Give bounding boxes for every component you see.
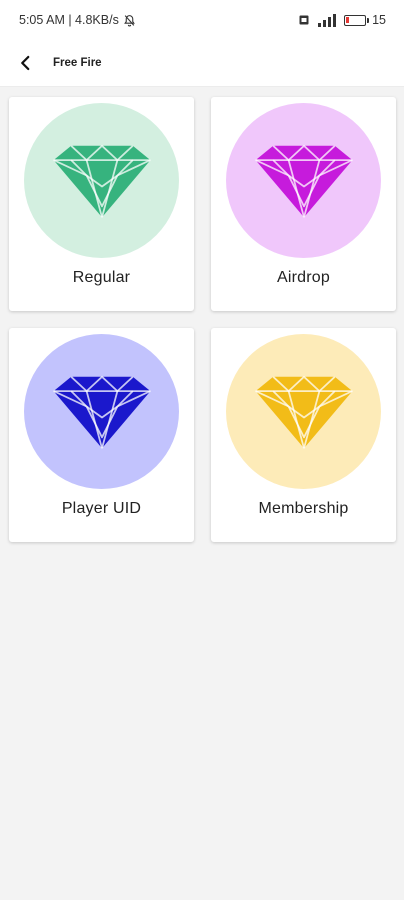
back-arrow-icon (21, 55, 30, 71)
category-label: Player UID (61, 500, 142, 517)
diamond-icon (52, 144, 151, 218)
category-circle (24, 334, 179, 489)
category-card-membership[interactable]: Membership (211, 328, 396, 542)
category-label: Regular (72, 269, 131, 286)
battery-icon (344, 14, 370, 26)
page-title: Free Fire (53, 57, 102, 69)
category-circle (226, 103, 381, 258)
signal-icon (316, 13, 338, 27)
battery-fill (346, 16, 350, 23)
status-right: 15 (298, 13, 386, 27)
category-circle (226, 334, 381, 489)
sim-card-icon (298, 14, 310, 26)
category-grid: Regular Airdrop Player UID Membership (9, 97, 396, 542)
status-bar: 5:05 AM | 4.8KB/s 15 (0, 0, 404, 40)
status-left: 5:05 AM | 4.8KB/s (19, 13, 136, 27)
diamond-icon (254, 375, 353, 449)
category-label: Membership (258, 500, 349, 517)
category-label: Airdrop (277, 269, 330, 286)
category-card-player-uid[interactable]: Player UID (9, 328, 194, 542)
diamond-icon (52, 375, 151, 449)
alarm-off-icon (123, 14, 136, 27)
category-card-regular[interactable]: Regular (9, 97, 194, 311)
category-circle (24, 103, 179, 258)
battery-percent: 15 (372, 13, 386, 27)
app-bar: Free Fire (0, 40, 404, 87)
status-time-speed: 5:05 AM | 4.8KB/s (19, 13, 119, 27)
diamond-icon (254, 144, 353, 218)
category-card-airdrop[interactable]: Airdrop (211, 97, 396, 311)
back-button[interactable] (14, 51, 38, 75)
